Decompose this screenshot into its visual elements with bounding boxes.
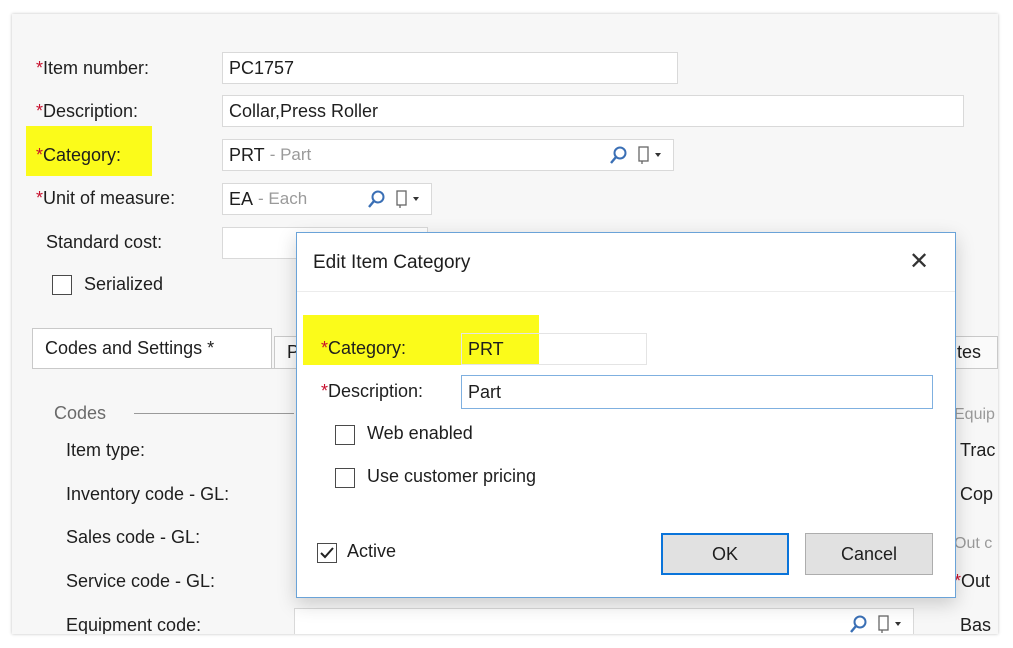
dialog-category-label: *Category:	[321, 338, 407, 358]
unit-of-measure-field[interactable]: EA - Each	[222, 183, 432, 215]
standard-cost-label: Standard cost:	[46, 232, 163, 252]
tab-codes-and-settings[interactable]: Codes and Settings *	[32, 328, 272, 368]
dropdown-menu-icon[interactable]	[637, 145, 667, 165]
checkmark-icon	[320, 547, 334, 559]
tab-partial-right[interactable]: tes	[950, 336, 998, 368]
description-field[interactable]: Collar,Press Roller	[222, 95, 964, 127]
equipment-group-label-partial: Equip	[954, 406, 995, 423]
cancel-button[interactable]: Cancel	[805, 533, 933, 575]
trac-label-partial: Trac	[960, 440, 996, 460]
close-icon[interactable]: ✕	[909, 247, 929, 276]
service-code-label: Service code - GL:	[66, 571, 216, 591]
web-enabled-label: Web enabled	[367, 423, 473, 443]
inventory-code-label: Inventory code - GL:	[66, 484, 230, 504]
item-form-window: *Item number: PC1757 *Description: Colla…	[12, 14, 998, 634]
codes-group-label: Codes	[54, 403, 107, 423]
cop-label-partial: Cop	[960, 484, 994, 504]
search-icon[interactable]	[849, 614, 869, 634]
codes-group-line	[134, 413, 294, 414]
active-label: Active	[347, 541, 397, 561]
dialog-description-label: *Description:	[321, 381, 424, 401]
category-field[interactable]: PRT - Part	[222, 139, 674, 171]
item-number-field[interactable]: PC1757	[222, 52, 678, 84]
dialog-description-field[interactable]: Part	[461, 375, 933, 409]
active-checkbox[interactable]	[317, 543, 337, 563]
dialog-category-field[interactable]: PRT	[461, 333, 647, 365]
item-number-label: *Item number:	[36, 58, 150, 78]
out-label-partial: *Out	[954, 571, 991, 591]
category-label: *Category:	[36, 145, 122, 165]
ok-button[interactable]: OK	[661, 533, 789, 575]
search-icon[interactable]	[367, 189, 387, 209]
search-icon[interactable]	[609, 145, 629, 165]
equipment-code-field[interactable]	[294, 608, 914, 634]
use-customer-pricing-label: Use customer pricing	[367, 466, 537, 486]
dropdown-menu-icon[interactable]	[877, 614, 907, 634]
equipment-code-label: Equipment code:	[66, 615, 202, 634]
serialized-checkbox[interactable]	[52, 275, 72, 295]
unit-of-measure-label: *Unit of measure:	[36, 188, 176, 208]
out-c-group-label-partial: Out c	[954, 535, 993, 552]
bas-label-partial: Bas	[960, 615, 992, 634]
description-label: *Description:	[36, 101, 139, 121]
edit-item-category-dialog: Edit Item Category ✕ *Category: PRT *Des…	[296, 232, 956, 598]
use-customer-pricing-checkbox[interactable]	[335, 468, 355, 488]
sales-code-label: Sales code - GL:	[66, 527, 201, 547]
web-enabled-checkbox[interactable]	[335, 425, 355, 445]
dialog-title: Edit Item Category	[313, 252, 471, 273]
item-type-label: Item type:	[66, 440, 146, 460]
serialized-label: Serialized	[84, 274, 164, 294]
dropdown-menu-icon[interactable]	[395, 189, 425, 209]
